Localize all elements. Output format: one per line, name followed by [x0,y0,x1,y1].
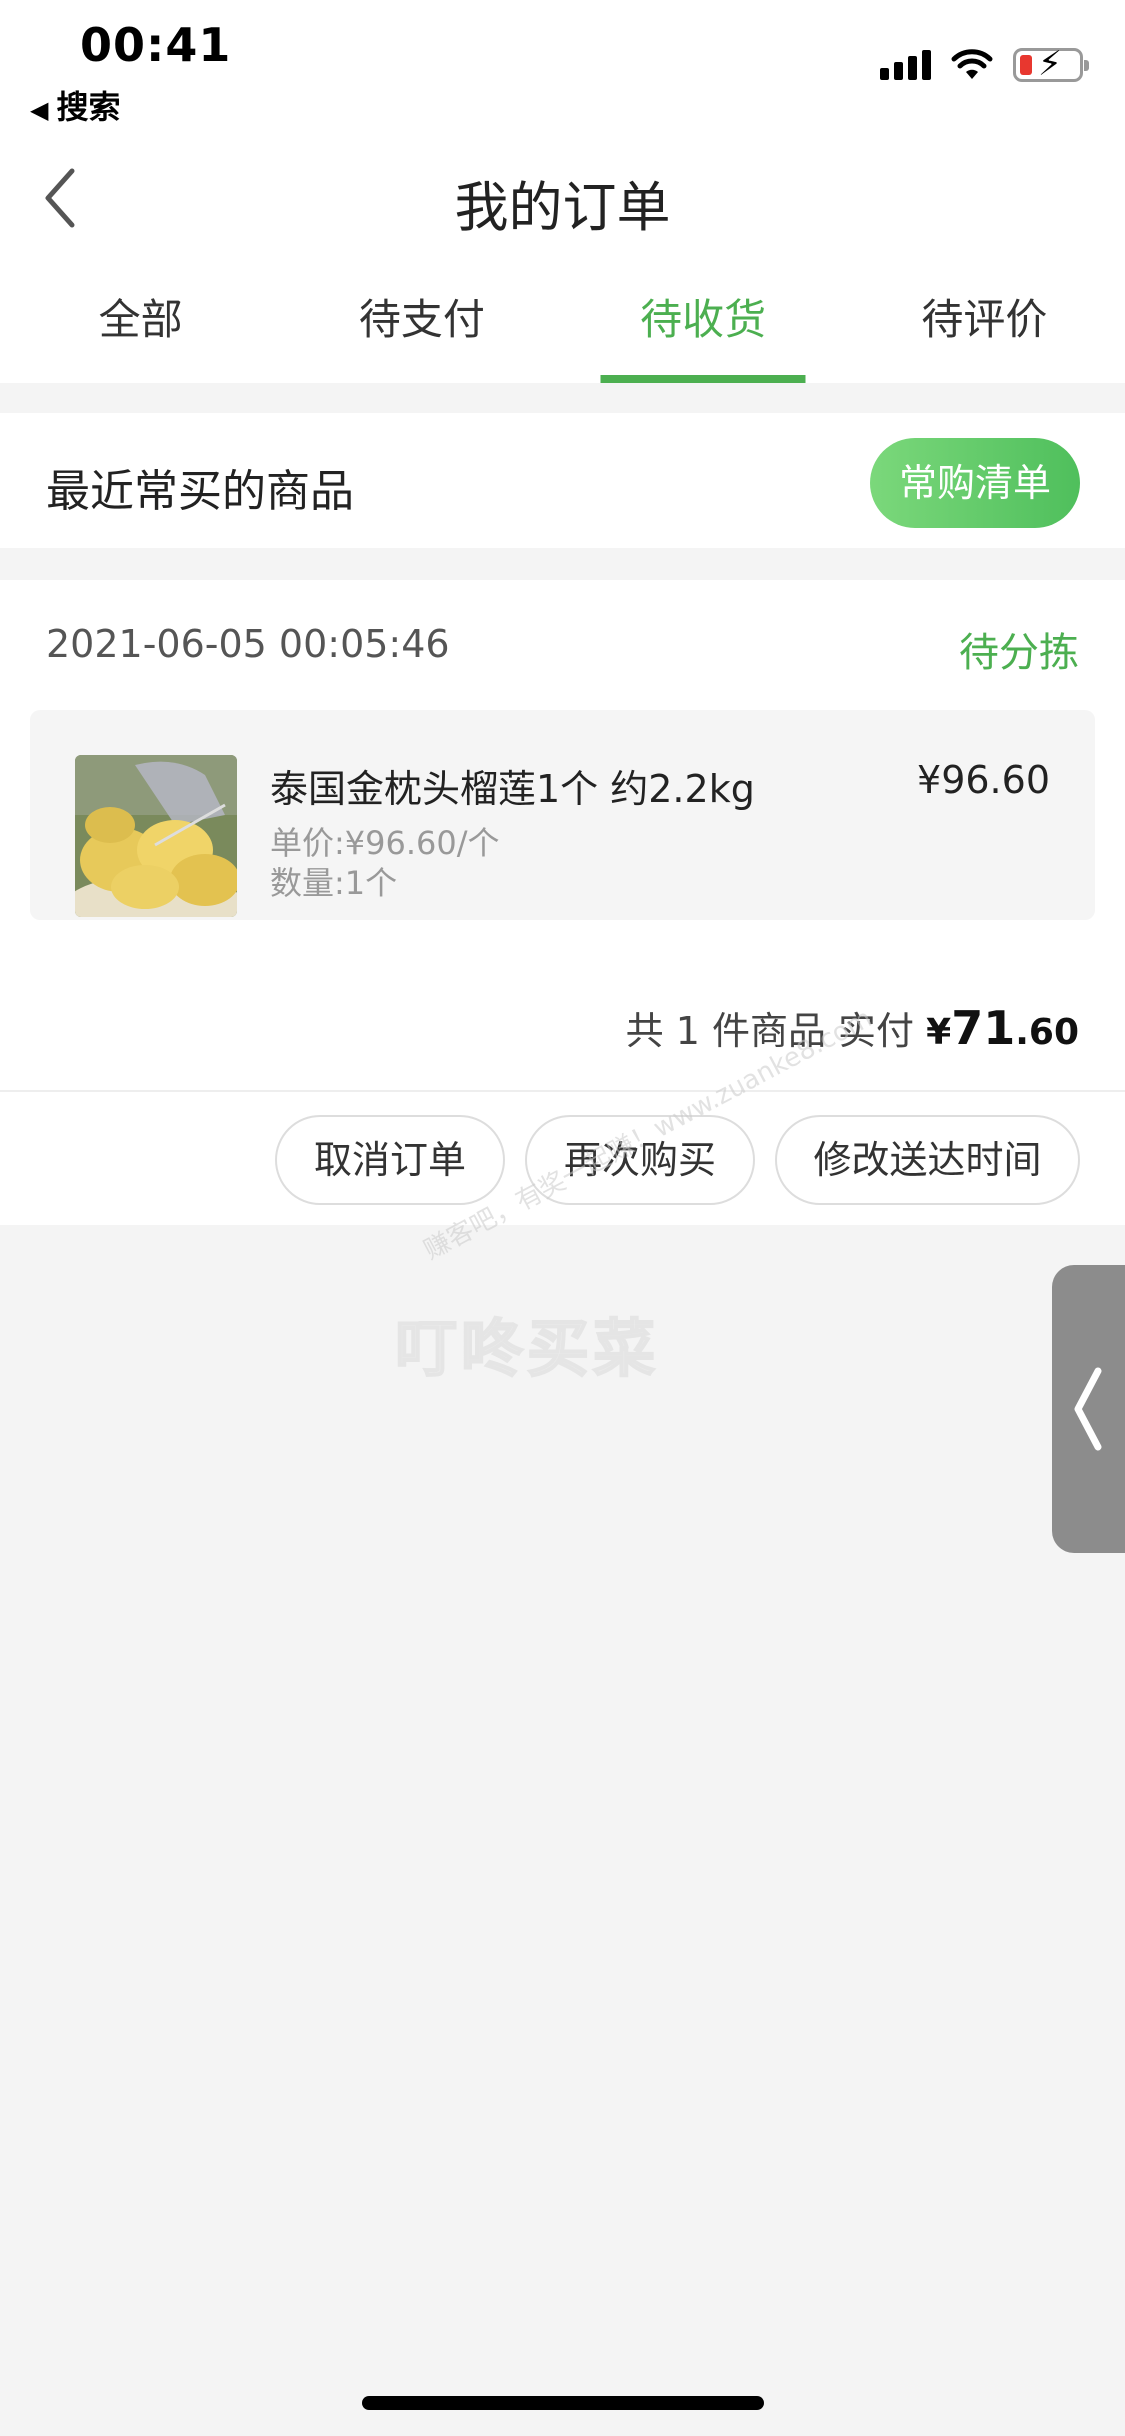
order-total-integer: 71 [951,1001,1016,1055]
recent-purchases-bar: 最近常买的商品 常购清单 [0,413,1125,548]
item-price: ¥96.60 [917,758,1050,802]
battery-charging-icon: ⚡ [1013,47,1089,82]
tab-pending-receipt[interactable]: 待收货 [563,280,844,383]
cancel-order-button[interactable]: 取消订单 [275,1115,505,1205]
frequent-list-button[interactable]: 常购清单 [870,438,1080,528]
side-drawer-handle[interactable] [1052,1265,1125,1553]
status-icons: ⚡ [880,47,1089,82]
page-title: 我的订单 [454,176,671,239]
modify-delivery-time-button[interactable]: 修改送达时间 [775,1115,1080,1205]
divider [0,1090,1125,1092]
order-total-decimal: .60 [1015,1012,1079,1053]
tab-pending-review[interactable]: 待评价 [844,280,1125,383]
item-quantity: 数量:1个 [270,864,398,902]
chevron-left-icon [1074,1367,1102,1451]
order-total-currency: ¥ [926,1012,952,1053]
item-name: 泰国金枕头榴莲1个 约2.2kg [270,767,755,811]
wifi-icon [951,49,993,79]
back-to-search-link[interactable]: ◀ 搜索 [30,82,120,128]
durian-product-image [75,755,237,917]
recent-purchases-title: 最近常买的商品 [46,466,354,517]
order-status: 待分拣 [959,630,1079,676]
order-tabs: 全部 待支付 待收货 待评价 [0,280,1125,383]
back-triangle-icon: ◀ [30,96,49,124]
tab-all[interactable]: 全部 [0,280,281,383]
home-indicator[interactable] [362,2396,764,2410]
order-time: 2021-06-05 00:05:46 [46,622,450,666]
top-section: 00:41 ◀ 搜索 ⚡ 我的订单 全部 待支付 待收货 待评价 [0,0,1125,383]
watermark-brand: 叮咚买菜 [394,1311,660,1386]
status-time: 00:41 [80,18,232,72]
signal-icon [880,50,931,80]
tab-pending-payment[interactable]: 待支付 [281,280,562,383]
brand-watermark: 赚客吧，有奖一起赚！www.zuanke8.com 叮咚买菜 [394,1003,877,1386]
back-app-label: 搜索 [56,88,121,126]
order-item[interactable]: 泰国金枕头榴莲1个 约2.2kg ¥96.60 单价:¥96.60/个 数量:1… [30,710,1095,920]
order-card[interactable]: 2021-06-05 00:05:46 待分拣 泰国金枕头榴莲1个 约2.2kg… [0,580,1125,1225]
